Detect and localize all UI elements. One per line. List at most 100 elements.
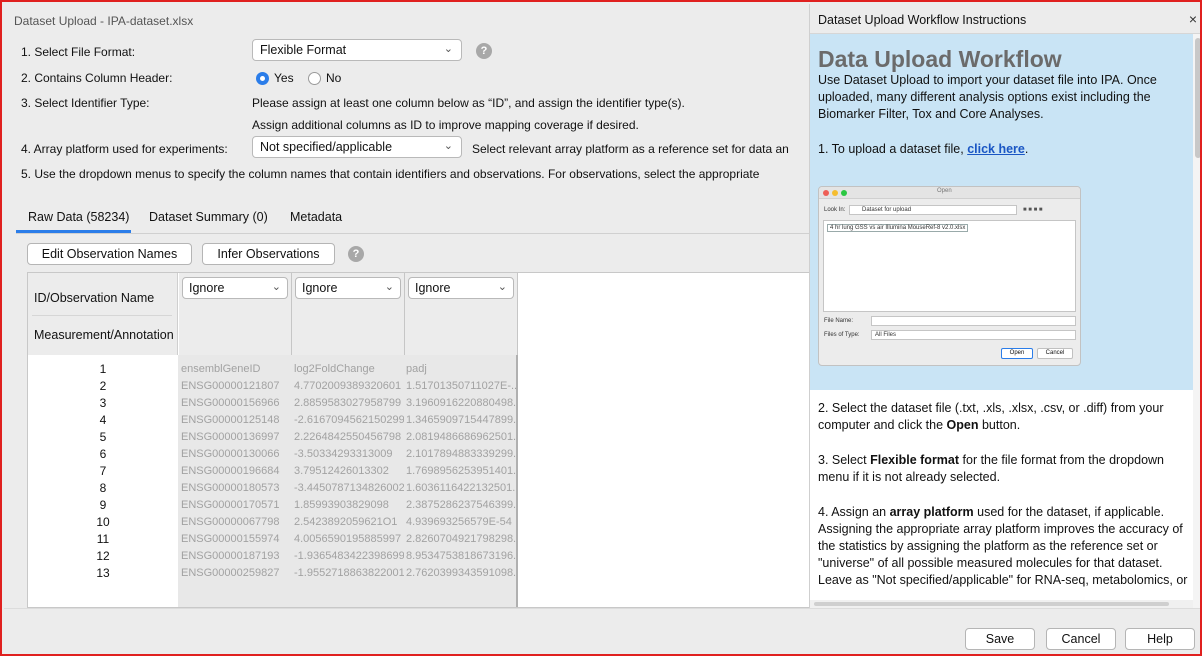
cell-padj: 1.6036116422132501... xyxy=(406,482,516,494)
table-row[interactable]: 7 ENSG00000196684 3.79512426013302 1.769895… xyxy=(28,463,518,480)
table-row[interactable]: 3 ENSG00000156966 2.8859583027958799 3.1960… xyxy=(28,395,518,412)
cell-log2fc: -3.50334293313009 xyxy=(294,448,393,460)
table-row[interactable]: 11 ENSG00000155974 4.0056590195885997 2.826… xyxy=(28,531,518,548)
row-number: 10 xyxy=(96,515,110,529)
click-here-link[interactable]: click here xyxy=(967,142,1025,156)
row-number: 5 xyxy=(99,430,107,444)
minimize-dot xyxy=(832,190,838,196)
cell-gene-id: ENSG00000259827 xyxy=(181,567,280,579)
cell-log2fc: -1.9365483422398699 xyxy=(294,550,404,562)
dialog-titlebar: Open xyxy=(819,187,1080,199)
step1-text: 1. To upload a dataset file, click here. xyxy=(818,141,1188,158)
close-icon[interactable]: × xyxy=(1189,11,1197,27)
look-in-value: Dataset for upload xyxy=(862,207,912,213)
tab-metadata[interactable]: Metadata xyxy=(290,210,342,224)
table-row[interactable]: 2 ENSG00000121807 4.7702009389320601 1.5170… xyxy=(28,378,518,395)
cell-gene-id: ensemblGeneID xyxy=(181,363,261,375)
column-header-label: 2. Contains Column Header: xyxy=(21,71,173,85)
column-type-value: Ignore xyxy=(302,281,338,295)
row-number: 12 xyxy=(96,549,110,563)
cell-log2fc: -1.9552718863822001 xyxy=(294,567,404,579)
array-platform-hint: Select relevant array platform as a refe… xyxy=(472,142,789,156)
cell-gene-id: ENSG00000156966 xyxy=(181,397,280,409)
row-number: 7 xyxy=(99,464,107,478)
infer-observations-button[interactable]: Infer Observations xyxy=(202,243,335,265)
row-number: 1 xyxy=(99,362,107,376)
table-row[interactable]: 9 ENSG00000170571 1.85993903829098 2.387528… xyxy=(28,497,518,514)
dialog-footer: Save Cancel Help xyxy=(4,608,1200,654)
step3-text: 3. Select Flexible format for the file f… xyxy=(818,452,1188,486)
table-row[interactable]: 8 ENSG00000180573 -3.4450787134826002 1.603… xyxy=(28,480,518,497)
table-row[interactable]: 5 ENSG00000136997 2.2264842550456798 2.0819… xyxy=(28,429,518,446)
cell-log2fc: log2FoldChange xyxy=(294,363,375,375)
cell-padj: 1.7698956253951401... xyxy=(406,465,516,477)
chevron-down-icon: ⌄ xyxy=(443,43,453,55)
panel-intro: Use Dataset Upload to import your datase… xyxy=(818,73,1157,121)
edit-observation-names-button[interactable]: Edit Observation Names xyxy=(27,243,192,265)
cell-log2fc: 1.85993903829098 xyxy=(294,499,389,511)
help-button[interactable]: Help xyxy=(1125,628,1195,650)
cell-padj: 2.8260704921798298... xyxy=(406,533,516,545)
cell-padj: 1.51701350711027E-... xyxy=(406,380,516,392)
identifier-instruction-1: Please assign at least one column below … xyxy=(252,96,685,110)
tab-raw-data[interactable]: Raw Data (58234) xyxy=(28,210,129,224)
step3-flexible-emphasis: Flexible format xyxy=(870,453,960,467)
identifier-instruction-2: Assign additional columns as ID to impro… xyxy=(252,118,639,132)
column-type-select[interactable]: Ignore ⌄ xyxy=(408,277,514,299)
empty-header-area xyxy=(518,273,809,355)
table-row[interactable]: 1 ensemblGeneID log2FoldChange padj xyxy=(28,361,518,378)
table-row[interactable]: 12 ENSG00000187193 -1.9365483422398699 8.95… xyxy=(28,548,518,565)
header-divider xyxy=(32,315,172,316)
cell-padj: 2.1017894883339299... xyxy=(406,448,516,460)
column-header-3: Ignore ⌄ xyxy=(405,273,518,355)
horizontal-scrollbar[interactable] xyxy=(810,600,1193,608)
table-row[interactable]: 13 ENSG00000259827 -1.9552718863822001 2.76… xyxy=(28,565,518,582)
horizontal-scroll-thumb[interactable] xyxy=(814,602,1169,606)
column-type-select[interactable]: Ignore ⌄ xyxy=(295,277,401,299)
raw-data-table: ID/Observation Name Measurement/Annotati… xyxy=(27,272,810,608)
column-type-value: Ignore xyxy=(189,281,225,295)
no-radio[interactable] xyxy=(308,72,321,85)
cancel-button[interactable]: Cancel xyxy=(1046,628,1116,650)
step2-text: 2. Select the dataset file (.txt, .xls, … xyxy=(818,400,1188,434)
table-row[interactable]: 4 ENSG00000125148 -2.6167094562150299 1.346… xyxy=(28,412,518,429)
measurement-annotation-label: Measurement/Annotation xyxy=(34,328,174,342)
column-header-1: Ignore ⌄ xyxy=(179,273,292,355)
tab-dataset-summary[interactable]: Dataset Summary (0) xyxy=(149,210,268,224)
cell-gene-id: ENSG00000180573 xyxy=(181,482,280,494)
cell-padj: padj xyxy=(406,363,427,375)
cell-log2fc: 2.2264842550456798 xyxy=(294,431,402,443)
dialog-cancel-button: Cancel xyxy=(1037,348,1073,359)
file-format-select[interactable]: Flexible Format ⌄ xyxy=(252,39,462,61)
vertical-scrollbar[interactable] xyxy=(1193,34,1200,608)
identifier-type-label: 3. Select Identifier Type: xyxy=(21,96,150,110)
yes-radio[interactable] xyxy=(256,72,269,85)
screenshot-frame: Dataset Upload - IPA-dataset.xlsx 1. Sel… xyxy=(0,0,1202,656)
array-platform-select[interactable]: Not specified/applicable ⌄ xyxy=(252,136,462,158)
file-name-field xyxy=(871,316,1076,326)
row-number: 3 xyxy=(99,396,107,410)
chevron-down-icon: ⌄ xyxy=(497,281,507,293)
column-type-select[interactable]: Ignore ⌄ xyxy=(182,277,288,299)
help-icon[interactable]: ? xyxy=(476,43,492,59)
table-row[interactable]: 6 ENSG00000130066 -3.50334293313009 2.10178… xyxy=(28,446,518,463)
cell-log2fc: 2.5423892059621O1 xyxy=(294,516,398,528)
instructions-panel: Dataset Upload Workflow Instructions × D… xyxy=(809,4,1200,608)
table-row[interactable]: 10 ENSG00000067798 2.5423892059621O1 4.9396… xyxy=(28,514,518,531)
cell-padj: 2.0819486686962501... xyxy=(406,431,516,443)
save-button[interactable]: Save xyxy=(965,628,1035,650)
cell-padj: 2.3875286237546399... xyxy=(406,499,516,511)
vertical-scroll-thumb[interactable] xyxy=(1195,38,1200,158)
no-radio-label: No xyxy=(326,71,342,85)
row-number: 4 xyxy=(99,413,107,427)
active-tab-indicator xyxy=(16,230,131,233)
help-icon[interactable]: ? xyxy=(348,246,364,262)
tab-divider xyxy=(16,233,810,234)
cell-padj: 2.7620399343591098... xyxy=(406,567,516,579)
files-of-type-select: All Files xyxy=(871,330,1076,340)
chevron-down-icon: ⌄ xyxy=(384,281,394,293)
panel-title: Dataset Upload Workflow Instructions xyxy=(818,13,1027,27)
cell-padj: 8.9534753818673196... xyxy=(406,550,516,562)
open-dialog-illustration: Open Look In: Dataset for upload ■ ■ ■ ■… xyxy=(818,186,1081,366)
file-format-value: Flexible Format xyxy=(260,43,347,57)
